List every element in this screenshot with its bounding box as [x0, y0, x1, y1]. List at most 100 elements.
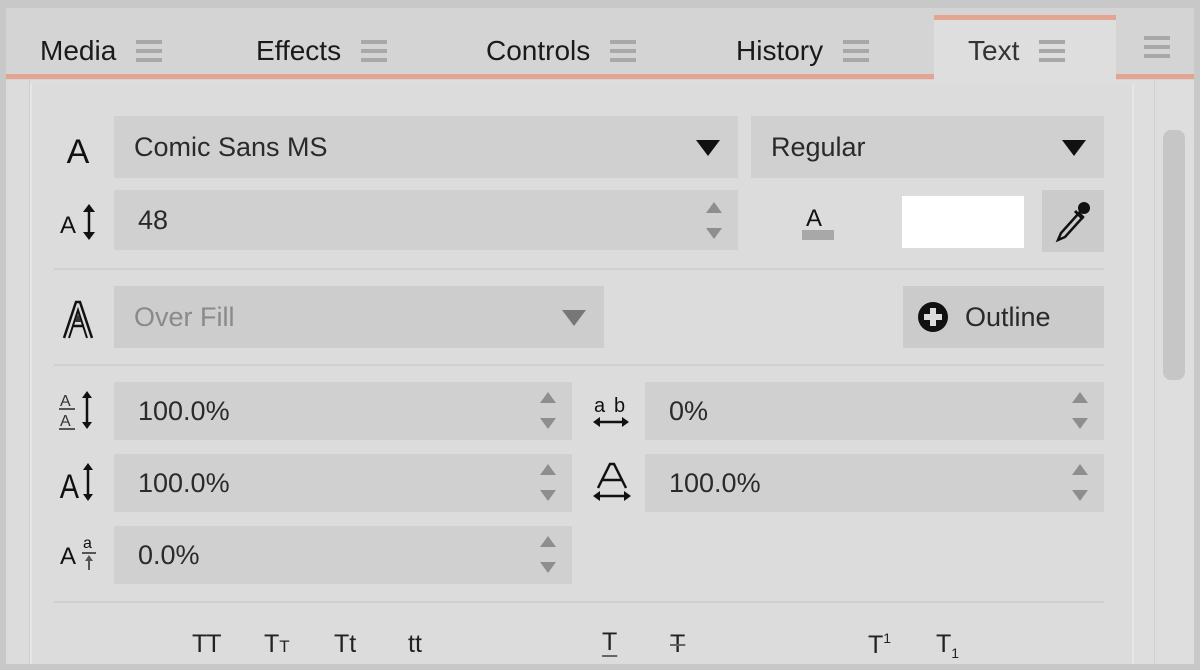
superscript-button[interactable]: T1 [868, 630, 891, 660]
small-caps-button[interactable]: TT [264, 630, 290, 659]
baseline-shift-value: 0.0% [138, 539, 200, 570]
svg-text:A: A [60, 543, 76, 570]
font-family-value: Comic Sans MS [134, 131, 328, 162]
line-spacing-icon: A A [58, 388, 102, 432]
decrement-icon[interactable] [540, 418, 556, 429]
strikethrough-icon: T [670, 630, 686, 658]
letter-spacing-input[interactable]: 0% [645, 382, 1104, 440]
tab-controls[interactable]: Controls [486, 22, 637, 80]
svg-text:A: A [60, 212, 76, 239]
drag-grip-icon[interactable] [361, 40, 388, 62]
subscript-button[interactable]: T1 [936, 630, 959, 661]
svg-text:A: A [60, 393, 71, 410]
underline-icon: T [602, 628, 618, 656]
text-color-icon: A [800, 200, 836, 244]
svg-text:A: A [60, 413, 71, 430]
all-caps-button[interactable]: TT [192, 630, 222, 659]
eyedropper-icon [1055, 202, 1090, 243]
outline-mode-value: Over Fill [134, 301, 235, 332]
decrement-icon[interactable] [1072, 490, 1088, 501]
scrollbar-thumb[interactable] [1163, 130, 1185, 380]
chevron-down-icon [1062, 140, 1086, 156]
font-size-icon: A [58, 202, 102, 242]
text-properties-panel: A Comic Sans MS Regular A 48 A Over Fill… [6, 80, 1194, 664]
outline-button-label: Outline [965, 301, 1051, 332]
svg-text:b: b [614, 395, 625, 417]
tab-label: Text [968, 34, 1020, 66]
section-divider [54, 364, 1104, 366]
vertical-scale-input[interactable]: 100.0% [114, 454, 572, 512]
font-size-value: 48 [138, 204, 169, 235]
increment-icon[interactable] [1072, 464, 1088, 475]
small-caps-icon: T [264, 630, 280, 658]
superscript-icon: T [868, 631, 884, 659]
all-caps-icon: TT [192, 630, 222, 658]
letter-spacing-icon: a b [590, 388, 634, 432]
section-divider [54, 268, 1104, 270]
panel-menu-icon[interactable] [1144, 36, 1170, 58]
tab-bar: Media Effects Controls History Text [6, 8, 1194, 81]
color-swatch[interactable] [902, 196, 1024, 248]
add-outline-button[interactable]: Outline [903, 286, 1104, 348]
decrement-icon[interactable] [706, 228, 722, 239]
small-caps-icon-small: T [279, 637, 290, 656]
baseline-shift-input[interactable]: 0.0% [114, 526, 572, 584]
underline-button[interactable]: T [602, 628, 617, 657]
tab-history[interactable]: History [736, 22, 870, 80]
outline-text-icon [58, 298, 98, 342]
svg-text:a: a [83, 535, 92, 552]
left-gutter [6, 80, 30, 664]
increment-icon[interactable] [540, 536, 556, 547]
svg-text:A: A [60, 467, 79, 504]
section-divider [54, 601, 1104, 603]
font-style-value: Regular [771, 131, 866, 162]
horizontal-scale-icon [590, 460, 634, 504]
horizontal-scale-value: 100.0% [669, 467, 761, 498]
outline-mode-dropdown[interactable]: Over Fill [114, 286, 604, 348]
text-panel-window: Media Effects Controls History Text A Co [6, 8, 1194, 664]
increment-icon[interactable] [540, 464, 556, 475]
subscript-icon-digit: 1 [951, 645, 960, 661]
letter-spacing-value: 0% [669, 395, 709, 426]
tab-label: Effects [256, 35, 342, 66]
vertical-scale-value: 100.0% [138, 467, 230, 498]
horizontal-scale-input[interactable]: 100.0% [645, 454, 1104, 512]
drag-grip-icon[interactable] [136, 40, 163, 62]
tab-label: Controls [486, 35, 591, 66]
tab-label: History [736, 35, 824, 66]
svg-text:A: A [806, 205, 822, 232]
decrement-icon[interactable] [540, 562, 556, 573]
vertical-scale-icon: A [58, 460, 102, 504]
tab-label: Media [40, 35, 117, 66]
chevron-down-icon [696, 140, 720, 156]
svg-text:a: a [594, 395, 606, 417]
lower-case-icon: tt [408, 630, 422, 658]
title-case-icon: Tt [334, 630, 357, 658]
tab-effects[interactable]: Effects [256, 22, 388, 80]
plus-circle-icon [918, 302, 948, 332]
chevron-down-icon [562, 310, 586, 326]
font-icon: A [66, 132, 90, 171]
font-family-dropdown[interactable]: Comic Sans MS [114, 116, 738, 178]
baseline-shift-icon: A a [58, 532, 102, 576]
superscript-icon-digit: 1 [883, 630, 892, 646]
increment-icon[interactable] [1072, 392, 1088, 403]
drag-grip-icon[interactable] [610, 40, 637, 62]
title-case-button[interactable]: Tt [334, 630, 356, 659]
strikethrough-button[interactable]: T [670, 630, 685, 659]
tab-text[interactable]: Text [934, 15, 1116, 81]
drag-grip-icon[interactable] [1039, 39, 1066, 62]
lower-case-button[interactable]: tt [408, 630, 422, 659]
tab-media[interactable]: Media [40, 22, 163, 80]
increment-icon[interactable] [540, 392, 556, 403]
decrement-icon[interactable] [540, 490, 556, 501]
decrement-icon[interactable] [1072, 418, 1088, 429]
line-spacing-value: 100.0% [138, 395, 230, 426]
eyedropper-button[interactable] [1042, 190, 1104, 252]
font-size-input[interactable]: 48 [114, 190, 738, 250]
subscript-icon: T [936, 630, 952, 658]
line-spacing-input[interactable]: 100.0% [114, 382, 572, 440]
drag-grip-icon[interactable] [843, 40, 870, 62]
font-style-dropdown[interactable]: Regular [751, 116, 1104, 178]
increment-icon[interactable] [706, 202, 722, 213]
